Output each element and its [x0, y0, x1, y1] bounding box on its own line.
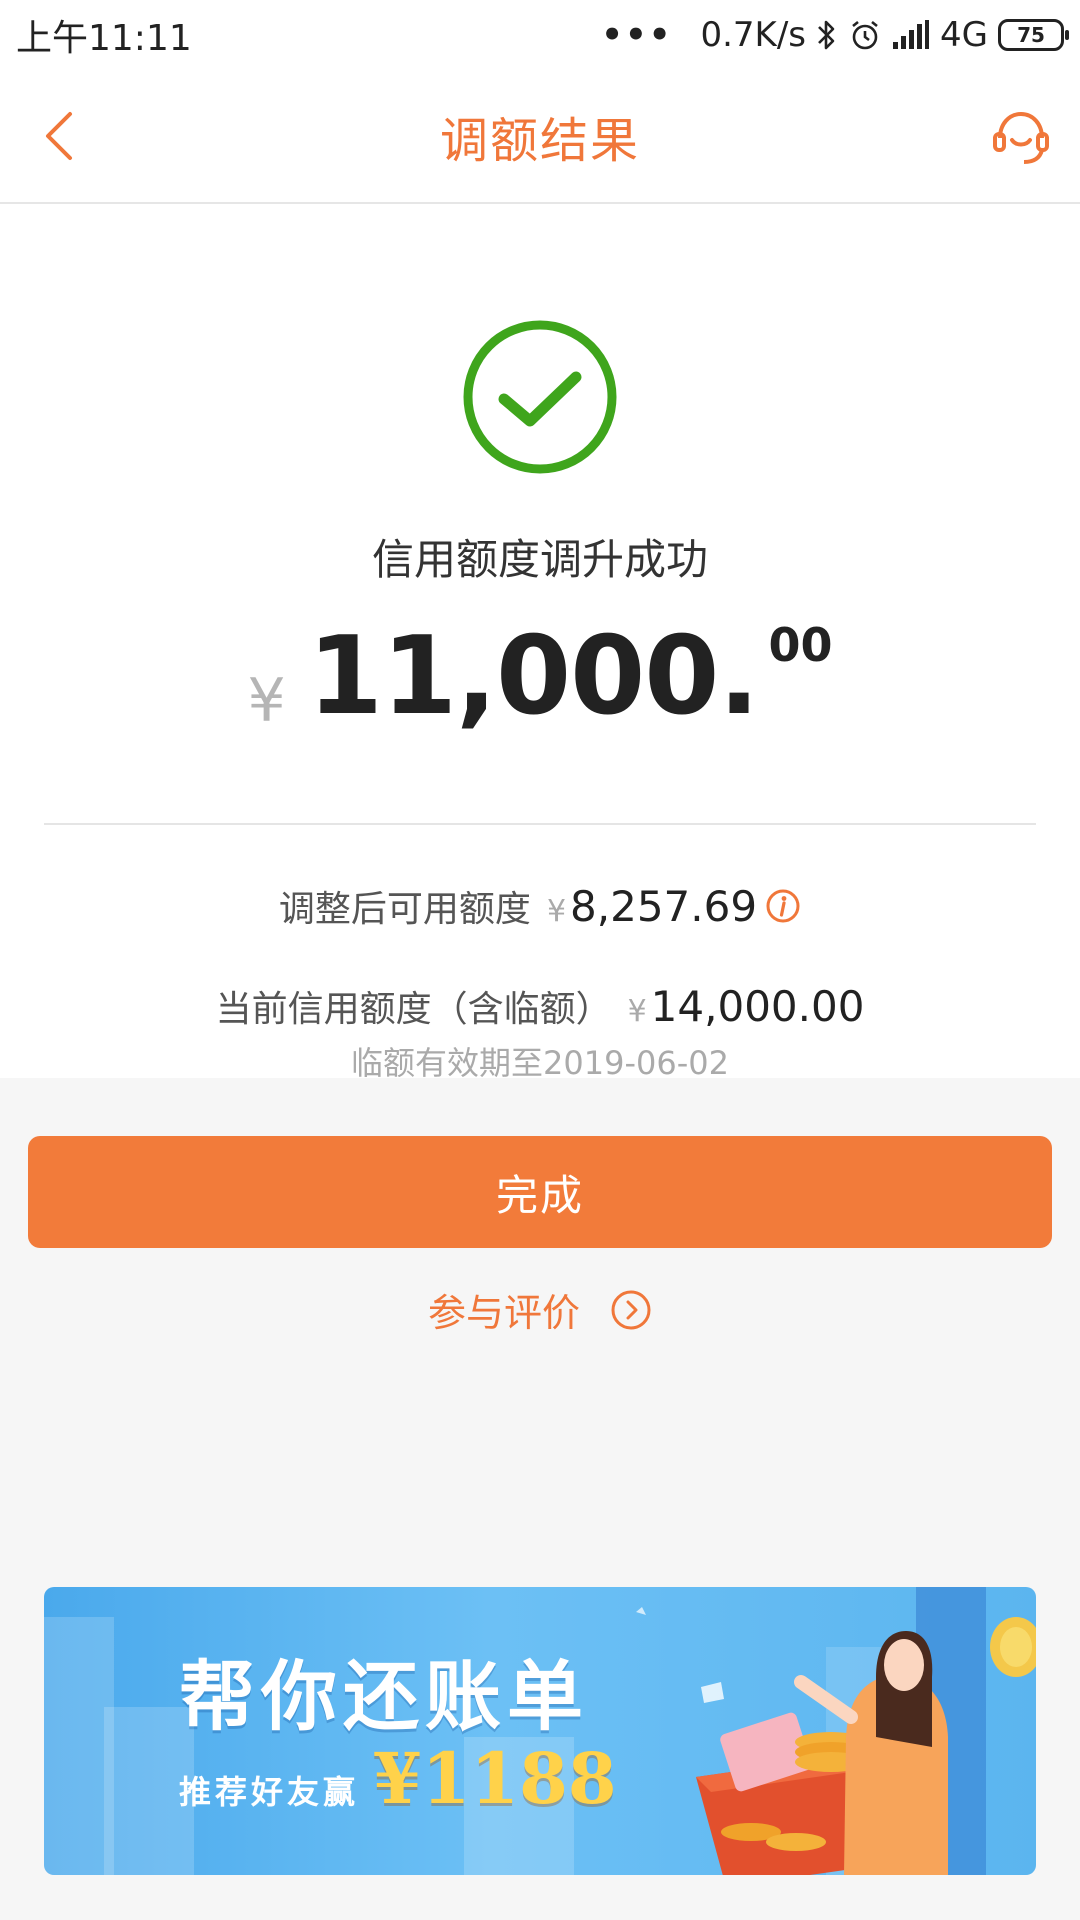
customer-service-button[interactable]	[986, 102, 1056, 172]
feedback-label: 参与评价	[427, 1291, 580, 1335]
status-time: 上午11:11	[16, 18, 192, 59]
chevron-left-icon	[46, 112, 72, 160]
more-notifications-icon: •••	[601, 15, 673, 55]
current-limit-row: 当前信用额度（含临额） ¥ 14,000.00	[0, 980, 1080, 1032]
success-message: 信用额度调升成功	[371, 535, 708, 584]
back-button[interactable]	[30, 106, 90, 166]
promo-banner[interactable]: 帮你还账单 推荐好友赢 ¥1188	[44, 1587, 1036, 1875]
bluetooth-icon	[816, 18, 838, 52]
result-panel: 信用额度调升成功 ¥ 11,000. 00 调整后可用额度 ¥ 8,257.69…	[0, 204, 1080, 1082]
current-limit-label: 当前信用额度（含临额）	[215, 989, 612, 1030]
alarm-icon	[848, 18, 882, 52]
network-speed: 0.7K/s	[700, 15, 807, 55]
banner-title: 帮你还账单	[179, 1652, 589, 1741]
banner-illustration	[636, 1587, 1036, 1875]
info-icon[interactable]	[765, 888, 801, 924]
divider	[44, 823, 1036, 825]
feedback-link[interactable]: 参与评价	[0, 1282, 1080, 1337]
amount-decimal: 00	[768, 618, 833, 672]
headset-icon	[993, 111, 1049, 164]
battery-indicator: 75	[998, 19, 1069, 51]
amount-integer: 11,000.	[307, 614, 760, 739]
banner-subtitle-label: 推荐好友赢	[179, 1773, 360, 1811]
signal-icon	[892, 20, 930, 50]
done-button[interactable]: 完成	[28, 1136, 1052, 1248]
current-limit-value: 14,000.00	[650, 982, 865, 1031]
adjusted-amount: ¥ 11,000. 00	[0, 614, 1080, 739]
network-type: 4G	[940, 15, 988, 55]
navigation-bar: 调额结果	[0, 70, 1080, 204]
status-icons: ••• 0.7K/s 4G 75	[601, 15, 1069, 55]
available-limit-row: 调整后可用额度 ¥ 8,257.69	[0, 880, 1080, 932]
available-limit-value: 8,257.69	[570, 882, 758, 931]
status-bar: 上午11:11 ••• 0.7K/s 4G 75	[0, 0, 1080, 70]
banner-subtitle: 推荐好友赢 ¥1188	[179, 1737, 617, 1820]
currency-symbol: ¥	[247, 666, 286, 736]
chevron-right-circle-icon	[610, 1289, 652, 1331]
available-limit-label: 调整后可用额度	[278, 889, 531, 930]
success-check-icon	[462, 319, 618, 475]
page-title: 调额结果	[439, 113, 640, 169]
temporary-limit-note: 临额有效期至2019-06-02	[351, 1044, 729, 1082]
current-currency: ¥	[627, 994, 647, 1029]
available-currency: ¥	[546, 894, 567, 929]
